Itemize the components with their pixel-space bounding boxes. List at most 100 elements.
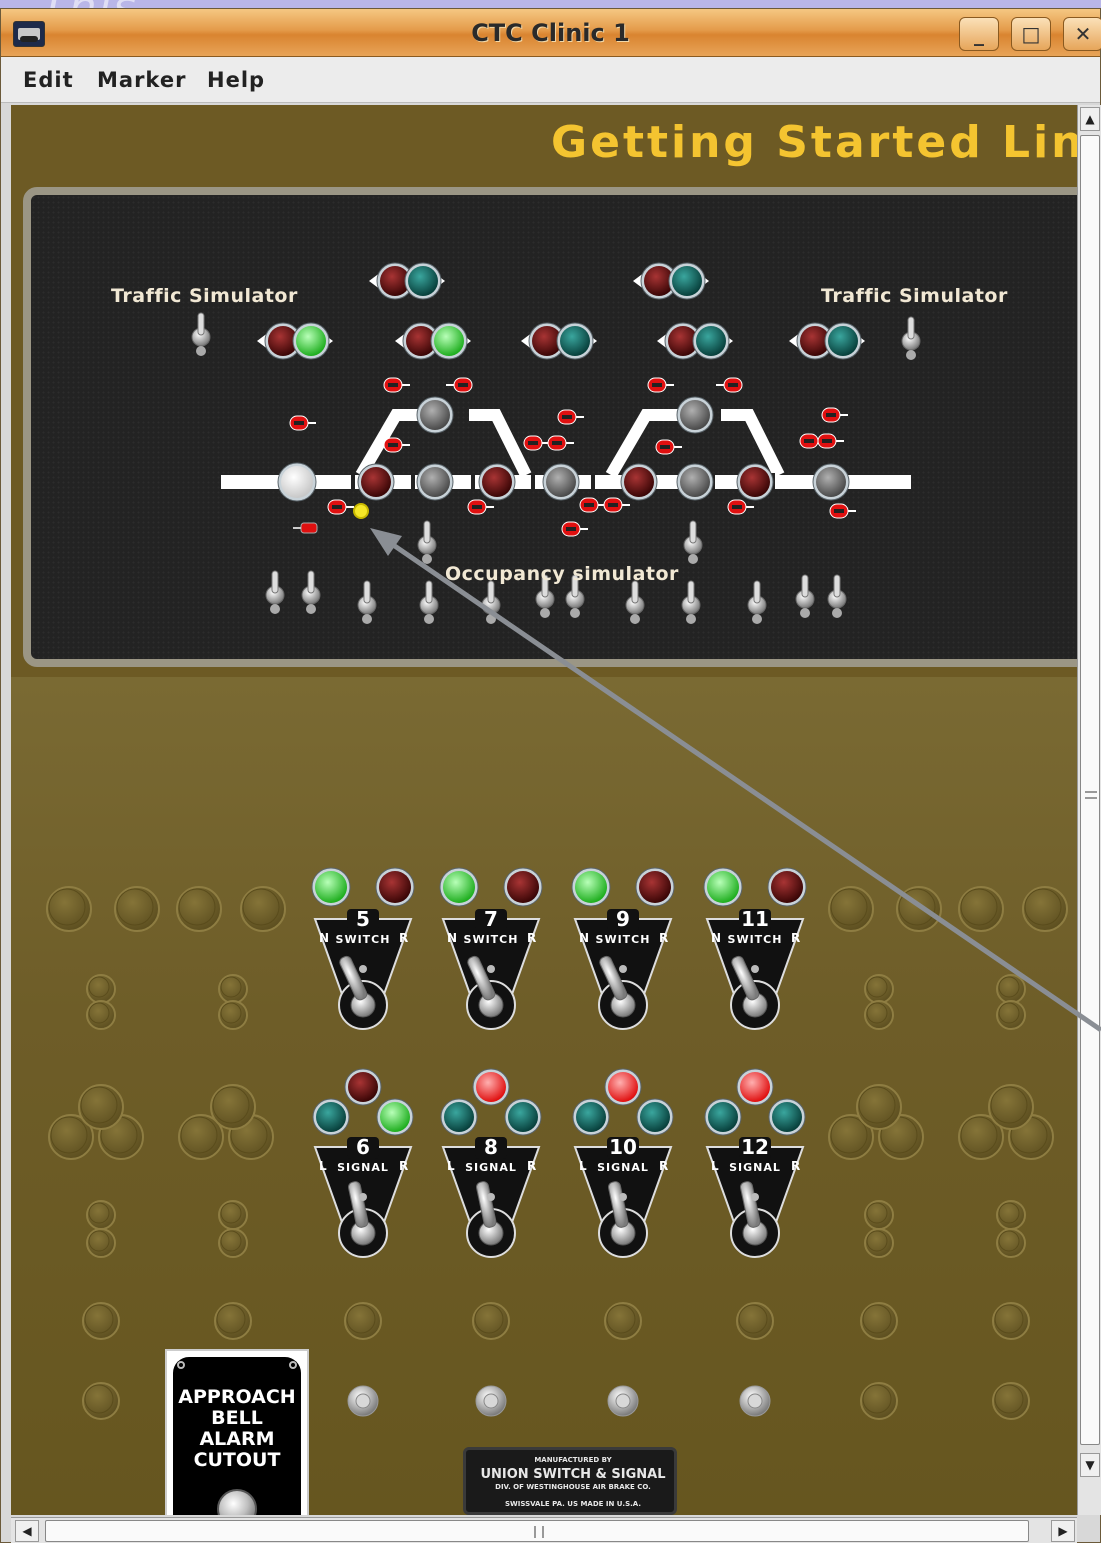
direction-indicator[interactable]: [369, 262, 445, 300]
switch-normal-lamp: [703, 867, 743, 907]
track-gap: [591, 473, 595, 491]
switch-normal-mark: N: [579, 931, 590, 945]
toggle-switch-icon[interactable]: [357, 580, 377, 624]
signal-left-mark: L: [319, 1159, 327, 1173]
empty-socket: [176, 886, 222, 932]
minimize-button[interactable]: _: [959, 17, 999, 51]
close-button[interactable]: ✕: [1063, 17, 1101, 51]
maker-line-4: SWISSVALE PA. US MADE IN U.S.A.: [504, 1500, 642, 1508]
track-diagram: [191, 262, 921, 624]
alarm-plate-inner: APPROACH BELL ALARM CUTOUT: [173, 1357, 301, 1515]
toggle-switch-icon[interactable]: [795, 574, 815, 618]
direction-indicator[interactable]: [257, 322, 333, 360]
scroll-down-icon[interactable]: ▼: [1080, 1453, 1100, 1477]
toggle-switch-icon[interactable]: [683, 520, 703, 564]
occupancy-indicator[interactable]: [293, 522, 318, 534]
signal-left-mark: L: [579, 1159, 587, 1173]
alarm-plate-text: APPROACH BELL ALARM CUTOUT: [178, 1386, 296, 1471]
signal-head-icon: [655, 439, 682, 455]
empty-socket: [86, 1200, 116, 1230]
signal-plate-label: SIGNAL: [729, 1161, 781, 1174]
menu-help[interactable]: Help: [207, 68, 265, 92]
direction-indicator[interactable]: [633, 262, 709, 300]
direction-indicator[interactable]: [657, 322, 733, 360]
signal-stop-lamp: [472, 1068, 510, 1106]
toggle-switch-icon[interactable]: [301, 570, 321, 614]
signal-head-icon: [547, 435, 574, 451]
switch-reverse-mark: R: [659, 931, 669, 945]
toggle-switch-icon[interactable]: [265, 570, 285, 614]
traffic-simulator-label-left: Traffic Simulator: [111, 285, 298, 307]
scroll-right-icon[interactable]: ▶: [1051, 1520, 1075, 1542]
vertical-scroll-thumb[interactable]: [1080, 135, 1100, 1445]
empty-socket: [114, 886, 160, 932]
signal-left-lamp: [440, 1098, 478, 1136]
direction-indicator[interactable]: [789, 322, 865, 360]
traffic-simulator-label-right: Traffic Simulator: [821, 285, 1008, 307]
vertical-scrollbar[interactable]: ▲ ▼: [1077, 105, 1101, 1515]
toggle-switch-icon[interactable]: [901, 316, 921, 360]
toggle-switch-icon[interactable]: [747, 580, 767, 624]
maximize-button[interactable]: □: [1011, 17, 1051, 51]
toggle-switch-icon[interactable]: [481, 580, 501, 624]
toggle-switch-icon[interactable]: [827, 574, 847, 618]
horizontal-scroll-thumb[interactable]: [45, 1520, 1029, 1542]
toggle-switch-icon[interactable]: [681, 580, 701, 624]
toggle-switch-icon[interactable]: [417, 520, 437, 564]
signal-plate-label: SIGNAL: [597, 1161, 649, 1174]
empty-socket: [992, 1302, 1030, 1340]
empty-socket: [86, 974, 116, 1004]
signal-head-icon: [821, 407, 848, 423]
signal-lever-number: 8: [484, 1135, 498, 1159]
empty-socket: [992, 1382, 1030, 1420]
signal-head-icon: [829, 503, 856, 519]
switch-lever-number: 5: [356, 907, 370, 931]
block-indicator: [357, 463, 395, 501]
app-window: CTC Clinic 1 _ □ ✕ Edit Marker Help Gett…: [0, 8, 1101, 1543]
signal-head-icon: [383, 437, 410, 453]
signal-left-lamp: [312, 1098, 350, 1136]
block-indicator: [676, 396, 714, 434]
code-button[interactable]: [475, 1385, 507, 1417]
scroll-left-icon[interactable]: ◀: [15, 1520, 39, 1542]
switch-reverse-lamp: [635, 867, 675, 907]
block-indicator: [736, 463, 774, 501]
empty-socket: [996, 1228, 1026, 1258]
empty-socket: [218, 1200, 248, 1230]
signal-lever-number: 12: [741, 1135, 769, 1159]
menu-marker[interactable]: Marker: [97, 68, 186, 92]
direction-indicator[interactable]: [521, 322, 597, 360]
empty-socket: [736, 1302, 774, 1340]
menu-edit[interactable]: Edit: [23, 68, 74, 92]
switch-normal-lamp: [571, 867, 611, 907]
signal-stop-lamp: [344, 1068, 382, 1106]
code-button[interactable]: [607, 1385, 639, 1417]
alarm-cutout-toggle[interactable]: [217, 1489, 257, 1515]
indicator-lamp-right: [292, 322, 330, 360]
code-button[interactable]: [739, 1385, 771, 1417]
horizontal-scrollbar[interactable]: ◀ ▶: [11, 1517, 1077, 1543]
empty-socket: [604, 1302, 642, 1340]
toggle-switch-icon[interactable]: [625, 580, 645, 624]
empty-socket: [864, 974, 894, 1004]
empty-socket: [210, 1084, 256, 1130]
signal-head-icon: [647, 377, 674, 393]
signal-right-mark: R: [399, 1159, 409, 1173]
title-bar[interactable]: CTC Clinic 1 _ □ ✕: [1, 9, 1101, 57]
toggle-switch-icon[interactable]: [191, 312, 211, 356]
code-button[interactable]: [347, 1385, 379, 1417]
occupancy-simulator-label: Occupancy simulator: [445, 563, 679, 585]
switch-reverse-lamp: [767, 867, 807, 907]
signal-head-icon: [716, 377, 743, 393]
signal-head-icon: [327, 499, 354, 515]
direction-indicator[interactable]: [395, 322, 471, 360]
scroll-up-icon[interactable]: ▲: [1080, 107, 1100, 131]
toggle-switch-icon[interactable]: [419, 580, 439, 624]
empty-socket: [864, 1000, 894, 1030]
window-title: CTC Clinic 1: [471, 19, 630, 47]
signal-head-icon: [603, 497, 630, 513]
empty-socket: [988, 1084, 1034, 1130]
grip-icon: [534, 1526, 544, 1538]
empty-socket: [240, 886, 286, 932]
empty-socket: [344, 1302, 382, 1340]
